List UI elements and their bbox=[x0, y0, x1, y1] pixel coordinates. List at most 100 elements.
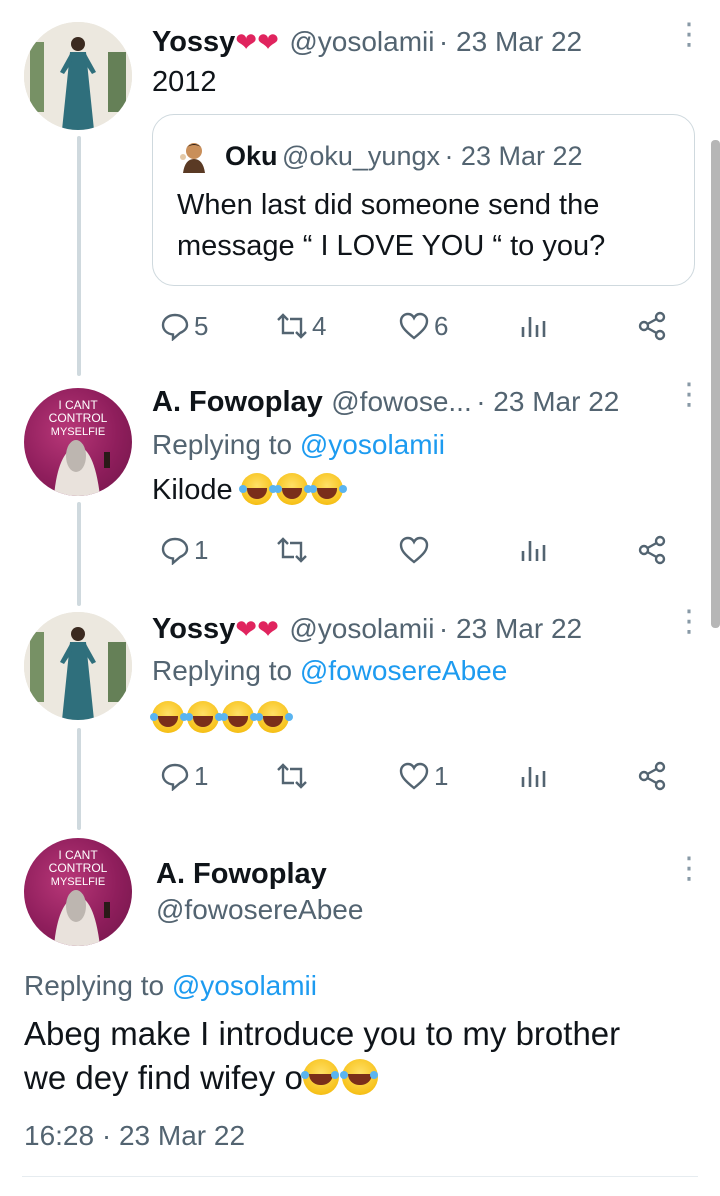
author-handle[interactable]: @yosolamii bbox=[289, 613, 434, 644]
views-button[interactable] bbox=[518, 306, 548, 346]
more-icon[interactable]: ⋮ bbox=[674, 607, 704, 637]
divider bbox=[22, 1176, 698, 1177]
quote-avatar bbox=[177, 139, 211, 173]
like-count: 1 bbox=[434, 760, 449, 791]
tweet-text: Kilode bbox=[152, 470, 346, 511]
like-button[interactable] bbox=[398, 530, 430, 570]
share-icon bbox=[638, 311, 666, 341]
tweet-actions: 1 1 bbox=[152, 756, 672, 796]
reply-icon bbox=[161, 537, 189, 565]
avatar[interactable]: I CANT CONTROL MYSELFIE bbox=[24, 838, 132, 946]
avatar[interactable] bbox=[24, 612, 132, 720]
more-icon[interactable]: ⋮ bbox=[674, 380, 704, 410]
laughing-emoji-icon bbox=[185, 701, 219, 733]
retweet-count: 4 bbox=[312, 310, 327, 341]
author-name[interactable]: Yossy bbox=[152, 613, 235, 645]
like-icon bbox=[399, 762, 429, 790]
views-icon bbox=[521, 767, 546, 787]
replying-to: Replying to @yosolamii bbox=[24, 968, 317, 1004]
like-icon bbox=[399, 312, 429, 340]
scrollbar[interactable] bbox=[711, 140, 720, 628]
author-handle[interactable]: @yosolamii bbox=[289, 26, 434, 57]
more-icon[interactable]: ⋮ bbox=[674, 20, 704, 50]
share-icon bbox=[638, 761, 666, 791]
quote-line-2: message “ I LOVE YOU “ to you? bbox=[177, 230, 606, 262]
quote-line-1: When last did someone send the bbox=[177, 189, 600, 221]
replying-handle-link[interactable]: @yosolamii bbox=[300, 429, 445, 460]
like-button[interactable]: 6 bbox=[398, 306, 448, 346]
replying-handle-link[interactable]: @fowosereAbee bbox=[300, 655, 507, 686]
retweet-icon bbox=[277, 763, 307, 789]
more-icon[interactable]: ⋮ bbox=[674, 854, 704, 884]
tweet-header: Yossy❤❤ @yosolamii · 23 Mar 22 bbox=[152, 24, 582, 60]
retweet-icon bbox=[277, 313, 307, 339]
tweet-header: A. Fowoplay @fowose... · 23 Mar 22 bbox=[152, 384, 619, 420]
laughing-emoji-icon bbox=[220, 701, 254, 733]
avatar-text: CONTROL bbox=[49, 411, 108, 425]
laughing-emoji-icon bbox=[255, 701, 289, 733]
avatar-image: I CANT CONTROL MYSELFIE bbox=[49, 848, 110, 946]
laughing-emoji-icon bbox=[308, 473, 343, 505]
quote-text: When last did someone send the message “… bbox=[177, 185, 605, 267]
laughing-emoji-icon bbox=[273, 473, 308, 505]
tweet-date[interactable]: · 23 Mar 22 bbox=[439, 613, 582, 644]
replying-handle-link[interactable]: @yosolamii bbox=[172, 970, 317, 1001]
share-icon bbox=[638, 535, 666, 565]
quote-author-handle: @oku_yungx bbox=[281, 141, 440, 171]
like-icon bbox=[399, 536, 429, 564]
avatar-image bbox=[24, 612, 132, 720]
tweet-text bbox=[150, 698, 292, 739]
replying-label: Replying to bbox=[152, 429, 300, 460]
avatar-text: MYSELFIE bbox=[51, 876, 105, 888]
avatar-text: MYSELFIE bbox=[51, 426, 105, 438]
avatar-image bbox=[24, 22, 132, 130]
reply-button[interactable]: 1 bbox=[160, 756, 208, 796]
share-button[interactable] bbox=[636, 306, 668, 346]
author-handle[interactable]: @fowose... bbox=[331, 386, 471, 417]
views-button[interactable] bbox=[518, 756, 548, 796]
share-button[interactable] bbox=[636, 530, 668, 570]
tweet-text: 2012 bbox=[152, 66, 217, 98]
avatar-text: I CANT bbox=[58, 398, 98, 412]
retweet-button[interactable]: 4 bbox=[274, 306, 326, 346]
tweet-timestamp[interactable]: 16:28 · 23 Mar 22 bbox=[24, 1118, 245, 1154]
replying-to: Replying to @yosolamii bbox=[152, 428, 445, 462]
reply-button[interactable]: 1 bbox=[160, 530, 208, 570]
avatar[interactable]: I CANT CONTROL MYSELFIE bbox=[24, 388, 132, 496]
tweet-text-content: Kilode bbox=[152, 474, 233, 506]
replying-label: Replying to bbox=[24, 970, 172, 1001]
tweet-text-content: we dey find wifey o bbox=[24, 1059, 303, 1096]
views-icon bbox=[521, 541, 546, 561]
tweet-text-line-1: Abeg make I introduce you to my brother bbox=[24, 1015, 621, 1052]
quoted-tweet[interactable]: Oku @oku_yungx · 23 Mar 22 When last did… bbox=[152, 114, 695, 286]
retweet-button[interactable] bbox=[274, 530, 310, 570]
avatar-image: I CANT CONTROL MYSELFIE bbox=[49, 398, 110, 496]
tweet-header: Yossy❤❤ @yosolamii · 23 Mar 22 bbox=[152, 611, 582, 647]
author-handle[interactable]: @fowosereAbee bbox=[156, 893, 363, 927]
tweet-date[interactable]: · 23 Mar 22 bbox=[476, 386, 619, 417]
laughing-emoji-icon bbox=[238, 473, 273, 505]
reply-count: 1 bbox=[194, 760, 209, 791]
tweet-actions: 5 4 6 bbox=[152, 306, 672, 346]
tweet-actions: 1 bbox=[152, 530, 672, 570]
thread-line bbox=[77, 502, 81, 606]
heart-emoji: ❤❤ bbox=[235, 27, 279, 57]
share-button[interactable] bbox=[636, 756, 668, 796]
quote-header: Oku @oku_yungx · 23 Mar 22 bbox=[225, 139, 583, 178]
reply-count: 1 bbox=[194, 534, 209, 565]
reply-icon bbox=[161, 763, 189, 791]
avatar-text: I CANT bbox=[58, 848, 98, 862]
tweet-text: Abeg make I introduce you to my brother … bbox=[24, 1012, 620, 1100]
views-button[interactable] bbox=[518, 530, 548, 570]
tweet-date[interactable]: · 23 Mar 22 bbox=[439, 26, 582, 57]
replying-label: Replying to bbox=[152, 655, 300, 686]
author-name[interactable]: A. Fowoplay bbox=[156, 856, 327, 892]
avatar[interactable] bbox=[24, 22, 132, 130]
like-button[interactable]: 1 bbox=[398, 756, 448, 796]
author-name[interactable]: A. Fowoplay bbox=[152, 386, 323, 418]
heart-emoji: ❤❤ bbox=[235, 614, 279, 644]
like-count: 6 bbox=[434, 310, 449, 341]
author-name[interactable]: Yossy bbox=[152, 26, 235, 58]
reply-button[interactable]: 5 bbox=[160, 306, 208, 346]
retweet-button[interactable] bbox=[274, 756, 310, 796]
